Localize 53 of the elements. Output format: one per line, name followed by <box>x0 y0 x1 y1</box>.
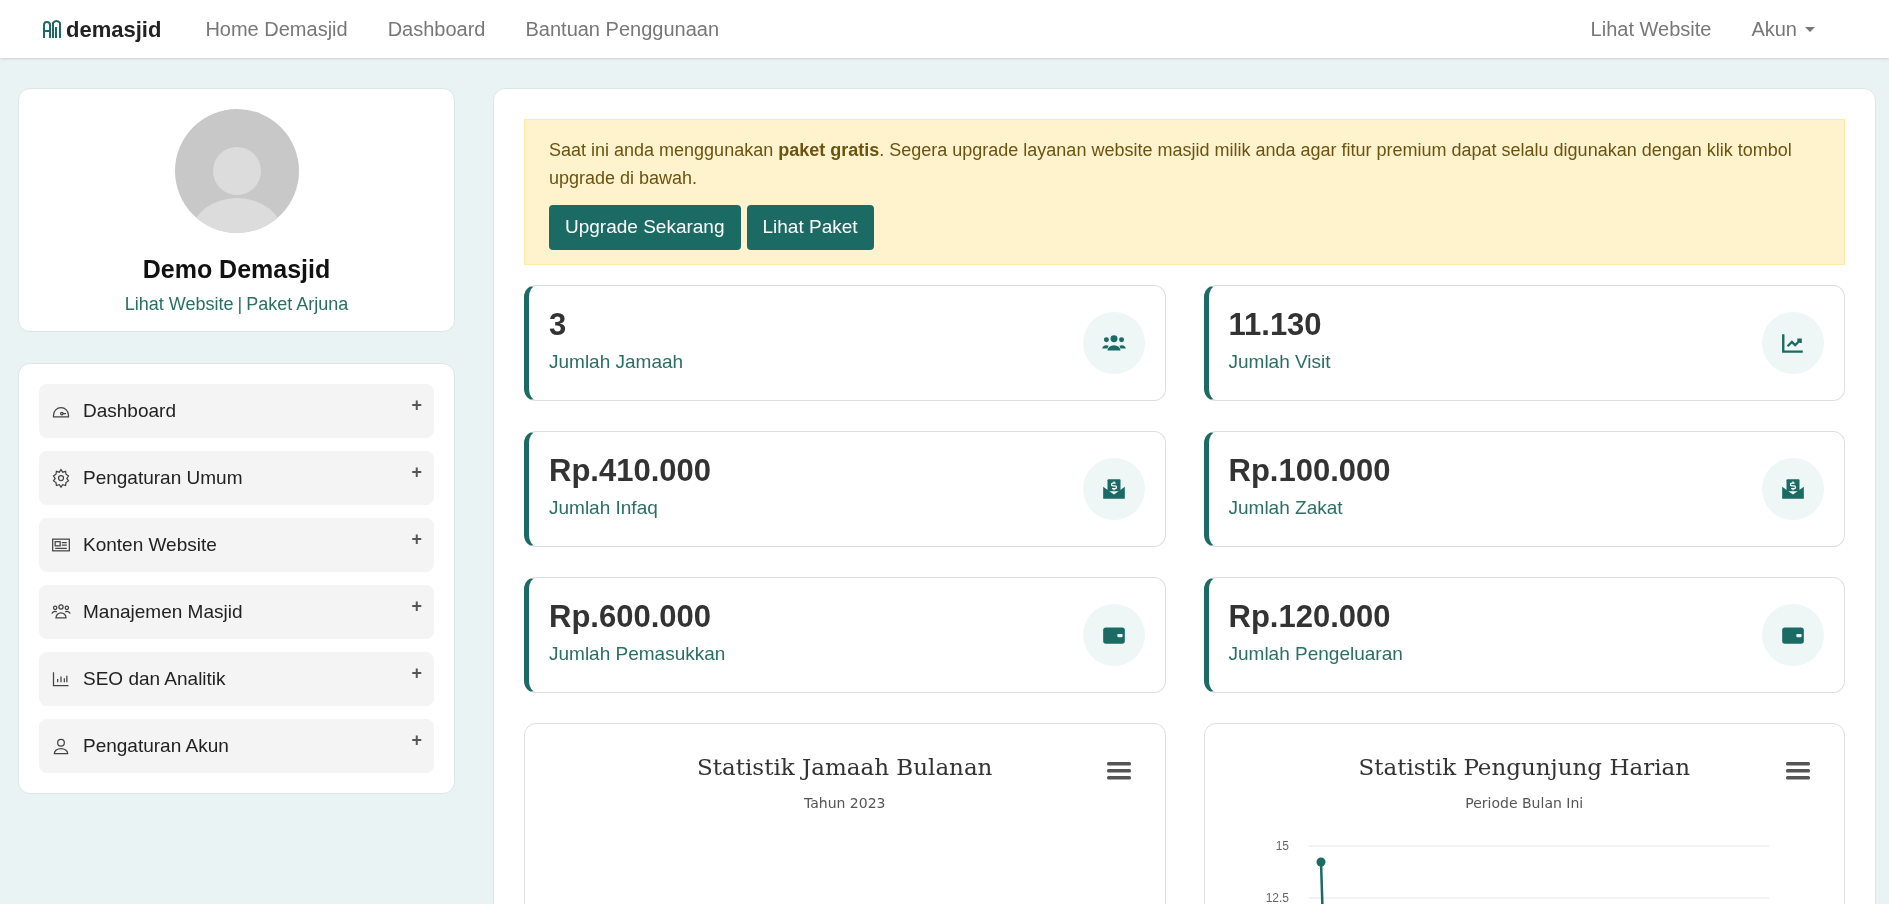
menu-item[interactable]: Pengaturan Umum + <box>39 451 434 505</box>
menu-icon[interactable] <box>1106 762 1131 780</box>
menu-item[interactable]: Manajemen Masjid + <box>39 585 434 639</box>
menu-item[interactable]: Konten Website + <box>39 518 434 572</box>
money-envelope-icon <box>1100 476 1127 502</box>
alert-button[interactable]: Upgrade Sekarang <box>549 205 741 250</box>
mosque-logo-icon <box>42 19 62 39</box>
nav-link[interactable]: Bantuan Penggunaan <box>525 14 719 44</box>
chart-subtitle: Tahun 2023 <box>803 793 887 813</box>
alert-button[interactable]: Lihat Paket <box>746 205 874 250</box>
profile-name: Demo Demasjid <box>142 254 331 285</box>
stat-label: Jumlah Pemasukkan <box>549 642 726 667</box>
account-dropdown[interactable]: Akun <box>1751 14 1815 44</box>
expand-toggle[interactable]: + <box>411 526 422 553</box>
bar-chart-icon <box>51 669 71 689</box>
expand-toggle[interactable]: + <box>411 727 422 754</box>
menu-icon[interactable] <box>1786 762 1810 780</box>
expand-toggle[interactable]: + <box>411 593 422 620</box>
chart-subtitle: Periode Bulan Ini <box>1464 793 1585 813</box>
stat-value: 3 <box>549 309 568 341</box>
menu-item[interactable]: Pengaturan Akun + <box>39 719 434 773</box>
stat-value: Rp.120.000 <box>1228 601 1392 633</box>
stat-label: Jumlah Jamaah <box>549 350 684 375</box>
separator: | <box>237 292 243 316</box>
stat-value: Rp.600.000 <box>549 601 712 633</box>
nav-link[interactable]: Dashboard <box>387 14 486 44</box>
nav-link[interactable]: Home Demasjid <box>205 14 348 44</box>
money-envelope-icon <box>1780 476 1806 502</box>
stat-label: Jumlah Zakat <box>1228 496 1344 521</box>
settings-icon <box>51 468 71 488</box>
axis-tick-label: 15 <box>1275 838 1289 853</box>
chart-title: Statistik Jamaah Bulanan <box>696 753 994 782</box>
line-chart-drawing <box>1316 857 1325 904</box>
stat-label: Jumlah Pengeluaran <box>1228 642 1403 667</box>
caret-icon <box>1805 26 1815 32</box>
alert-text: Saat ini anda menggunakan paket gratis. Segera upgrade layanan website masjid milik anda agar fitur premium dapat selalu digunakan dengan klik tombol upgrade di bawah. <box>549 139 1793 190</box>
package-label: Paket Arjuna <box>246 292 349 316</box>
menu-item[interactable]: SEO dan Analitik + <box>39 652 434 706</box>
stat-value: 11.130 <box>1228 309 1323 341</box>
stat-label: Jumlah Visit <box>1228 350 1331 375</box>
stat-value: Rp.100.000 <box>1228 455 1391 487</box>
nav-link[interactable]: Lihat Website <box>1590 14 1712 44</box>
brand-logo[interactable]: demasjid <box>42 12 162 46</box>
stat-value: Rp.410.000 <box>549 455 711 487</box>
axis-tick-label: 12.5 <box>1265 890 1289 904</box>
expand-toggle[interactable]: + <box>411 392 422 419</box>
stat-label: Jumlah Infaq <box>549 496 659 521</box>
chart-title: Statistik Pengunjung Harian <box>1357 753 1692 782</box>
user-icon <box>51 736 71 756</box>
menu-item[interactable]: Dashboard + <box>39 384 434 438</box>
expand-toggle[interactable]: + <box>411 459 422 486</box>
expand-toggle[interactable]: + <box>411 660 422 687</box>
website-link[interactable]: Lihat Website <box>124 290 234 318</box>
